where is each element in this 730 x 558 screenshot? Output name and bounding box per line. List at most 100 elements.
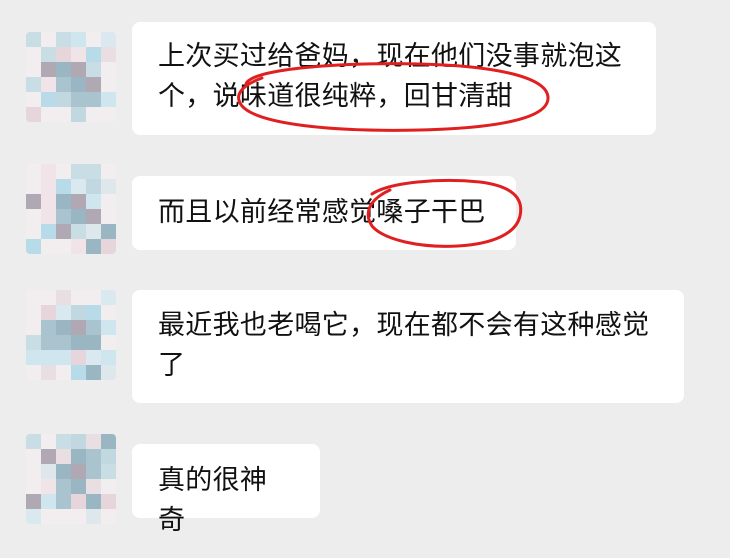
avatar-pixel [41,224,56,239]
avatar-pixel [56,335,71,350]
avatar-pixel [101,194,116,209]
avatar-pixel [41,350,56,365]
avatar-pixel [56,179,71,194]
avatar-pixel [71,92,86,107]
avatar-pixel [56,164,71,179]
avatar-pixel [101,62,116,77]
avatar-pixel [41,335,56,350]
avatar-pixel [56,509,71,524]
avatar-pixel [101,92,116,107]
avatar-pixel [86,77,101,92]
avatar-pixel [71,335,86,350]
avatar-pixel [71,365,86,380]
avatar-pixel [71,305,86,320]
avatar-pixel [41,494,56,509]
avatar-pixel [101,464,116,479]
avatar-pixel [41,47,56,62]
message-text-2: 而且以前经常感觉嗓子干巴 [158,197,486,228]
avatar-pixel [86,509,101,524]
message-bubble-4[interactable]: 真的很神奇 [132,444,320,536]
avatar-pixel [26,194,41,209]
avatar-pixel [56,32,71,47]
avatar-pixel [101,239,116,254]
avatar-pixel [56,47,71,62]
avatar-pixel [41,209,56,224]
avatar-pixel [41,92,56,107]
avatar-pixel [86,239,101,254]
avatar-pixel [101,509,116,524]
avatar-pixel [101,479,116,494]
message-bubble-1[interactable]: 上次买过给爸妈，现在他们没事就泡这 个，说味道很纯粹，回甘清甜 [132,22,656,135]
avatar-pixel [26,62,41,77]
avatar-pixel [101,290,116,305]
avatar[interactable] [26,434,116,524]
avatar[interactable] [26,290,116,380]
avatar-pixel [86,107,101,122]
avatar-pixel [71,107,86,122]
avatar-pixel [71,77,86,92]
avatar-pixel [86,47,101,62]
avatar-pixel [41,107,56,122]
avatar-pixel [26,464,41,479]
avatar-pixel [41,77,56,92]
avatar-pixel [56,224,71,239]
avatar-pixel [71,239,86,254]
message-row-2: 而且以前经常感觉嗓子干巴 [0,160,730,260]
avatar-pixel [86,449,101,464]
avatar-pixel [71,449,86,464]
avatar-pixel [26,107,41,122]
avatar-pixel [41,32,56,47]
avatar-pixel [41,239,56,254]
avatar-pixel [71,179,86,194]
avatar-pixel [71,47,86,62]
avatar-pixel [56,107,71,122]
avatar-pixel [101,209,116,224]
avatar-pixel [71,464,86,479]
avatar-pixel [41,305,56,320]
avatar-pixel [26,509,41,524]
avatar-pixel [86,305,101,320]
avatar-pixel [101,335,116,350]
avatar-pixel [26,365,41,380]
avatar-pixel [71,194,86,209]
avatar-pixel [101,32,116,47]
message-bubble-2[interactable]: 而且以前经常感觉嗓子干巴 [132,176,516,250]
avatar-pixel [71,434,86,449]
avatar-pixel [56,479,71,494]
avatar-pixel [86,335,101,350]
avatar-pixel [101,434,116,449]
avatar-pixel [56,209,71,224]
avatar-pixel [41,62,56,77]
avatar-pixel [26,47,41,62]
avatar-pixel [71,494,86,509]
avatar-pixel [71,320,86,335]
avatar-pixel [86,479,101,494]
avatar-pixel [56,350,71,365]
avatar-pixel [41,434,56,449]
avatar-pixel [101,350,116,365]
avatar-pixel [26,290,41,305]
avatar-pixel [26,209,41,224]
avatar[interactable] [26,164,116,254]
message-row-4: 真的很神奇 [0,430,730,540]
message-bubble-3[interactable]: 最近我也老喝它，现在都不会有这种感觉 了 [132,290,684,403]
avatar[interactable] [26,32,116,122]
avatar-pixel [41,290,56,305]
avatar-pixel [101,47,116,62]
avatar-pixel [26,449,41,464]
avatar-pixel [86,365,101,380]
avatar-pixel [86,194,101,209]
avatar-pixel [101,179,116,194]
avatar-pixel [56,77,71,92]
avatar-pixel [101,107,116,122]
avatar-pixel [71,209,86,224]
avatar-pixel [86,350,101,365]
avatar-pixel [56,365,71,380]
avatar-pixel [26,92,41,107]
avatar-pixel [26,335,41,350]
avatar-pixel [71,224,86,239]
avatar-pixel [26,350,41,365]
avatar-pixel [71,509,86,524]
avatar-pixel [101,320,116,335]
avatar-pixel [41,449,56,464]
